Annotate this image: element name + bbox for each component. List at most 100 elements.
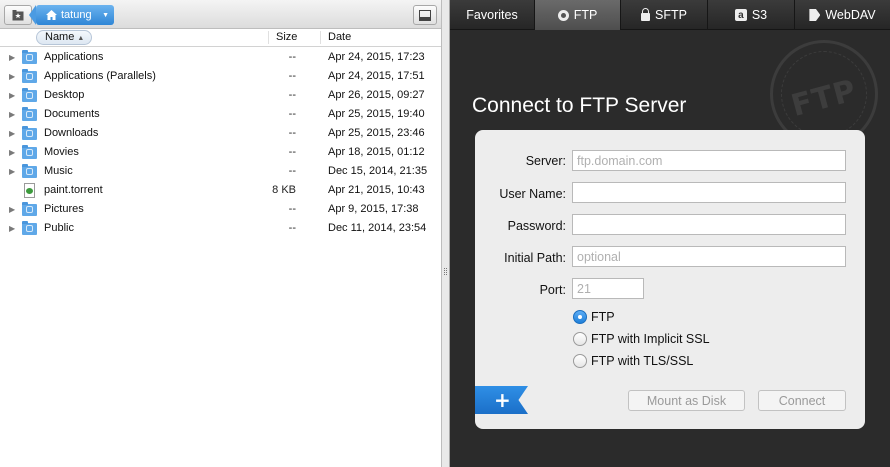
list-item[interactable]: ▶ Applications -- Apr 24, 2015, 17:23 — [0, 48, 441, 67]
list-item[interactable]: ▶ Desktop -- Apr 26, 2015, 09:27 — [0, 86, 441, 105]
file-name: Downloads — [44, 127, 99, 139]
connection-pane: Favorites FTP SFTP a S3 WebDAV FTP Conne… — [450, 0, 890, 467]
local-file-browser: tatung ▼ Name ▲ Size Date ▶ Applications --… — [0, 0, 441, 467]
file-date: Apr 25, 2015, 19:40 — [328, 108, 425, 120]
protocol-label: FTP with TLS/SSL — [591, 354, 694, 368]
disclosure-triangle-icon[interactable]: ▶ — [9, 105, 15, 124]
mount-as-disk-button[interactable]: Mount as Disk — [628, 390, 745, 411]
toggle-panel-button[interactable] — [413, 5, 437, 25]
file-date: Apr 21, 2015, 10:43 — [328, 184, 425, 196]
file-name: Public — [44, 222, 74, 234]
file-date: Apr 25, 2015, 23:46 — [328, 127, 425, 139]
username-input[interactable] — [572, 182, 846, 203]
password-label: Password: — [507, 219, 566, 233]
port-label: Port: — [539, 283, 566, 297]
disclosure-triangle-icon[interactable]: ▶ — [9, 67, 15, 86]
tab-label: Favorites — [466, 8, 518, 22]
file-size: -- — [288, 127, 296, 139]
disclosure-triangle-icon[interactable]: ▶ — [9, 86, 15, 105]
column-divider[interactable] — [268, 31, 269, 44]
tab-webdav[interactable]: WebDAV — [795, 0, 890, 30]
tab-label: S3 — [751, 8, 768, 22]
password-input[interactable] — [572, 214, 846, 235]
path-label: tatung — [61, 9, 92, 21]
server-label: Server: — [525, 154, 566, 168]
protocol-option-implicit-ssl[interactable]: FTP with Implicit SSL — [573, 332, 710, 346]
disclosure-triangle-icon[interactable]: ▶ — [9, 162, 15, 181]
file-date: Apr 24, 2015, 17:51 — [328, 70, 425, 82]
file-name: Applications — [44, 51, 104, 63]
music-folder-icon — [22, 164, 37, 178]
list-item[interactable]: ▶ Pictures -- Apr 9, 2015, 17:38 — [0, 200, 441, 219]
page-title: Connect to FTP Server — [472, 94, 687, 117]
file-size: -- — [288, 51, 296, 63]
radio-icon[interactable] — [573, 332, 587, 346]
disclosure-triangle-icon[interactable]: ▶ — [9, 219, 15, 238]
plus-icon: + — [494, 388, 511, 412]
list-item[interactable]: paint.torrent 8 KB Apr 21, 2015, 10:43 — [0, 181, 441, 200]
path-dropdown[interactable]: tatung ▼ — [29, 5, 114, 25]
tab-ftp[interactable]: FTP — [535, 0, 621, 30]
port-input[interactable] — [572, 278, 644, 299]
file-size: -- — [288, 70, 296, 82]
webdav-icon — [809, 9, 821, 21]
desktop-folder-icon — [22, 88, 37, 102]
add-favorite-button[interactable]: + — [475, 386, 528, 414]
list-item[interactable]: ▶ Applications (Parallels) -- Apr 24, 2015,… — [0, 67, 441, 86]
ftp-icon — [557, 9, 569, 21]
list-item[interactable]: ▶ Documents -- Apr 25, 2015, 19:40 — [0, 105, 441, 124]
connect-button[interactable]: Connect — [758, 390, 846, 411]
disclosure-triangle-icon[interactable]: ▶ — [9, 200, 15, 219]
sort-ascending-icon: ▲ — [77, 35, 85, 42]
list-item[interactable]: ▶ Downloads -- Apr 25, 2015, 23:46 — [0, 124, 441, 143]
chevron-down-icon: ▼ — [102, 12, 109, 19]
size-column-header[interactable]: Size — [276, 31, 297, 43]
file-date: Dec 11, 2014, 23:54 — [328, 222, 427, 234]
s3-icon: a — [734, 9, 747, 21]
tab-s3[interactable]: a S3 — [708, 0, 795, 30]
file-size: -- — [288, 89, 296, 101]
protocol-label: FTP with Implicit SSL — [591, 332, 710, 346]
column-divider[interactable] — [320, 31, 321, 44]
home-icon — [46, 10, 57, 20]
disclosure-triangle-icon[interactable]: ▶ — [9, 143, 15, 162]
protocol-option-ftp[interactable]: FTP — [573, 310, 615, 324]
protocol-label: FTP — [591, 310, 615, 324]
file-size: 8 KB — [272, 184, 296, 196]
tab-sftp[interactable]: SFTP — [621, 0, 708, 30]
list-item[interactable]: ▶ Public -- Dec 11, 2014, 23:54 — [0, 219, 441, 238]
radio-selected-icon[interactable] — [573, 310, 587, 324]
tab-label: WebDAV — [825, 8, 876, 22]
file-date: Apr 26, 2015, 09:27 — [328, 89, 425, 101]
column-header: Name ▲ Size Date — [0, 29, 441, 47]
list-item[interactable]: ▶ Movies -- Apr 18, 2015, 01:12 — [0, 143, 441, 162]
favorites-button[interactable] — [4, 5, 32, 25]
name-column-header[interactable]: Name ▲ — [36, 30, 92, 45]
file-date: Dec 15, 2014, 21:35 — [328, 165, 428, 177]
browser-toolbar: tatung ▼ — [0, 0, 441, 29]
file-name: Documents — [44, 108, 100, 120]
file-name: Applications (Parallels) — [44, 70, 156, 82]
server-input[interactable] — [572, 150, 846, 171]
movies-folder-icon — [22, 145, 37, 159]
tab-favorites[interactable]: Favorites — [450, 0, 535, 30]
file-size: -- — [288, 203, 296, 215]
parallels-folder-icon — [22, 69, 37, 83]
splitter-grip-icon[interactable] — [444, 268, 447, 275]
tab-label: FTP — [573, 8, 598, 22]
radio-icon[interactable] — [573, 354, 587, 368]
pane-splitter[interactable] — [441, 0, 450, 467]
disclosure-triangle-icon[interactable]: ▶ — [9, 124, 15, 143]
date-column-header[interactable]: Date — [328, 31, 351, 43]
initial-path-input[interactable] — [572, 246, 846, 267]
torrent-file-icon — [24, 183, 35, 198]
protocol-option-tls-ssl[interactable]: FTP with TLS/SSL — [573, 354, 693, 368]
file-size: -- — [288, 222, 296, 234]
documents-folder-icon — [22, 107, 37, 121]
disclosure-triangle-icon[interactable]: ▶ — [9, 48, 15, 67]
protocol-tabs: Favorites FTP SFTP a S3 WebDAV — [450, 0, 890, 30]
list-item[interactable]: ▶ Music -- Dec 15, 2014, 21:35 — [0, 162, 441, 181]
applications-folder-icon — [22, 50, 37, 64]
file-date: Apr 18, 2015, 01:12 — [328, 146, 425, 158]
lock-icon — [641, 8, 651, 21]
